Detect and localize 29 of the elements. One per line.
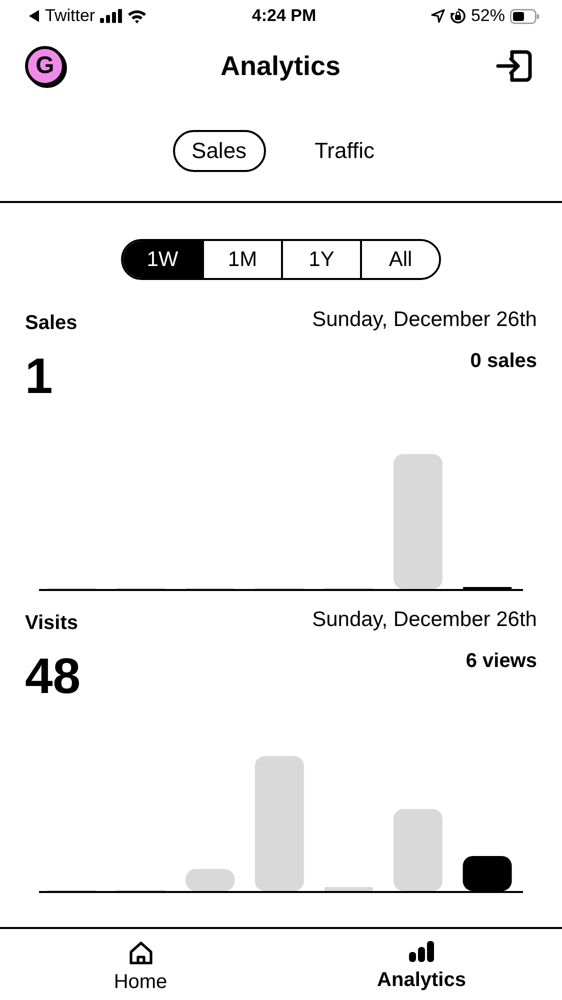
battery-percent: 52% bbox=[470, 6, 505, 26]
selected-date: Sunday, December 26th bbox=[312, 608, 537, 632]
back-icon bbox=[28, 9, 40, 23]
location-arrow-icon bbox=[430, 9, 445, 23]
tab[interactable]: Traffic bbox=[296, 130, 394, 172]
bar-chart-icon bbox=[408, 941, 434, 963]
metric-label: Visits bbox=[25, 612, 79, 635]
tab[interactable]: Sales bbox=[172, 130, 266, 172]
avatar[interactable]: G bbox=[25, 46, 65, 86]
range-option[interactable]: All bbox=[360, 241, 439, 278]
range-option[interactable]: 1W bbox=[123, 241, 202, 278]
day-count: 6 views bbox=[466, 650, 537, 673]
back-app-label[interactable]: Twitter bbox=[45, 6, 96, 26]
selected-date: Sunday, December 26th bbox=[312, 308, 537, 332]
page-title: Analytics bbox=[220, 50, 341, 82]
rotation-lock-icon bbox=[450, 8, 466, 24]
tab-bar-item[interactable]: Home bbox=[0, 929, 281, 1000]
metric-total: 1 bbox=[25, 351, 54, 401]
day-count: 0 sales bbox=[470, 350, 537, 373]
signal-icon bbox=[100, 9, 122, 23]
logout-icon[interactable] bbox=[496, 48, 534, 84]
home-icon bbox=[128, 941, 154, 965]
chart-bar[interactable] bbox=[462, 856, 512, 891]
battery-icon bbox=[510, 8, 540, 24]
status-time: 4:24 PM bbox=[252, 6, 316, 26]
tab-bar-item[interactable]: Analytics bbox=[281, 929, 562, 1000]
metric-label: Sales bbox=[25, 312, 78, 335]
metric-total: 48 bbox=[25, 651, 82, 701]
wifi-icon bbox=[127, 8, 148, 24]
